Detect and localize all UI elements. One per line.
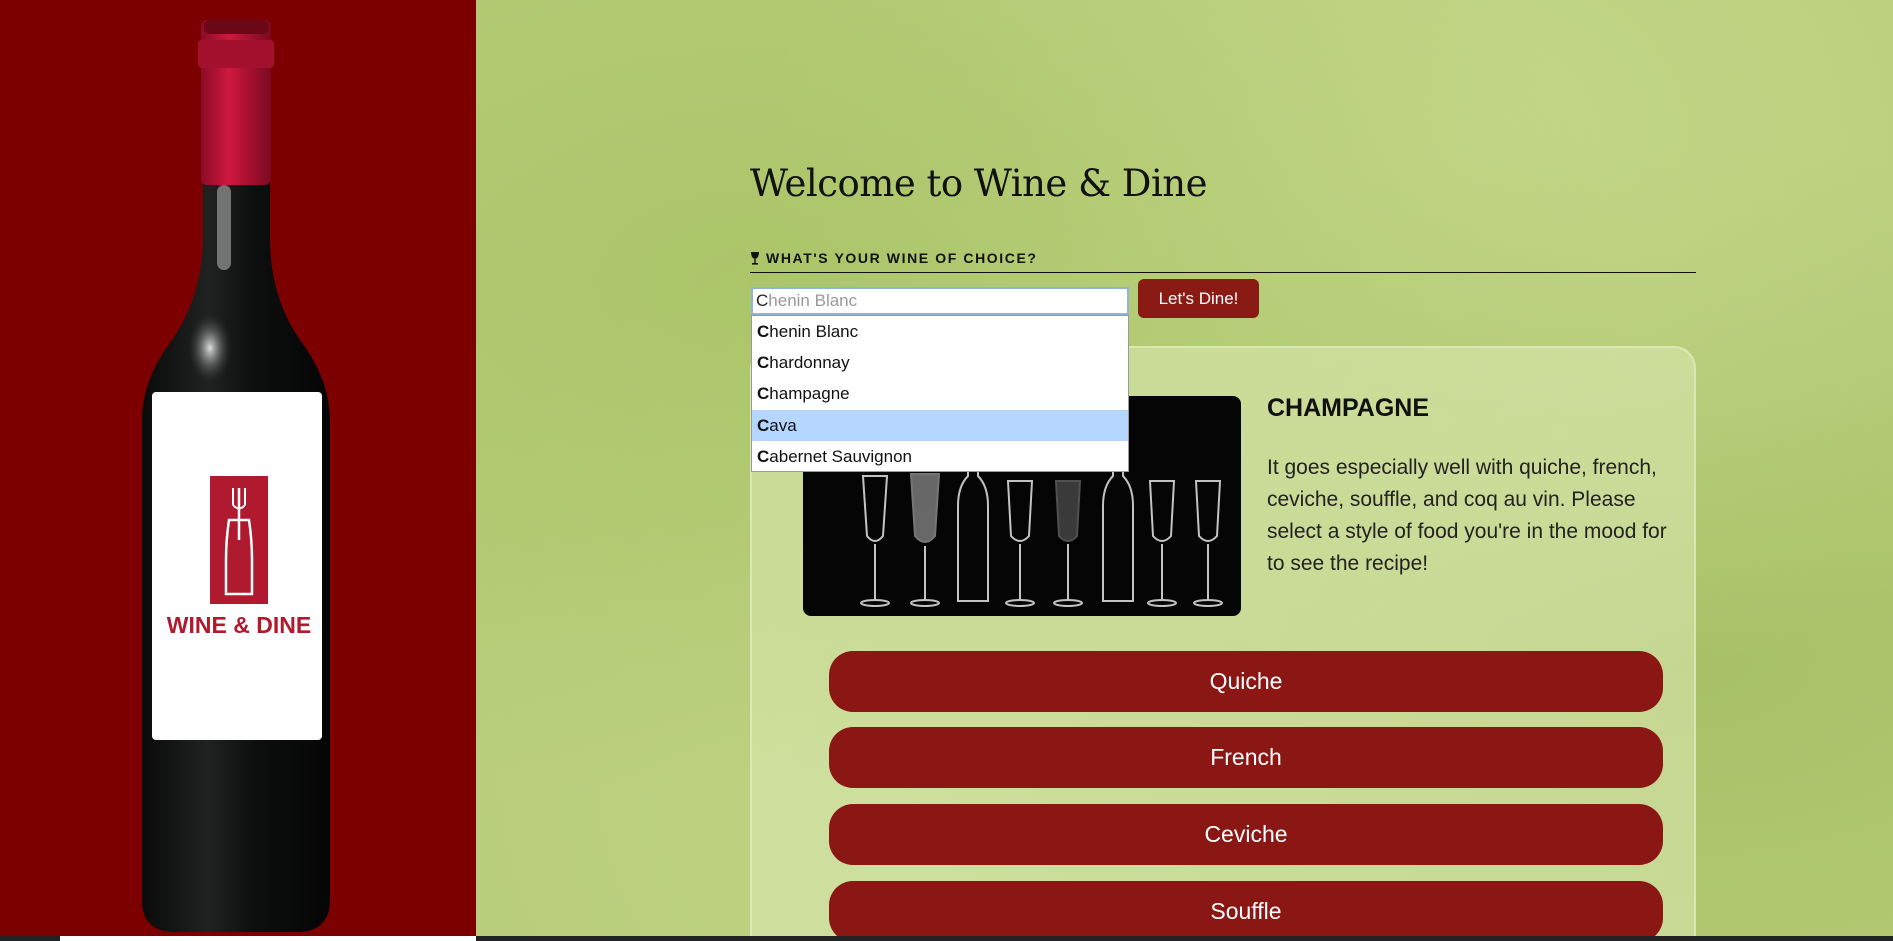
option-rest: hardonnay: [769, 353, 850, 373]
page-title: Welcome to Wine & Dine: [750, 162, 1208, 205]
option-rest: ava: [769, 415, 797, 435]
food-button-quiche[interactable]: Quiche: [829, 651, 1663, 712]
autocomplete-option[interactable]: Chardonnay: [752, 347, 1128, 378]
autocomplete-option-highlighted[interactable]: Cava: [752, 409, 1128, 441]
option-rest: hampagne: [769, 384, 850, 404]
option-rest: abernet Sauvignon: [769, 446, 913, 466]
wine-glass-icon: [751, 251, 759, 265]
wine-bottle-illustration: WINE & DINE: [142, 20, 330, 932]
bottom-edge: [0, 936, 1893, 941]
wine-name: CHAMPAGNE: [1267, 394, 1430, 422]
wine-question-label: WHAT'S YOUR WINE OF CHOICE?: [750, 250, 1038, 266]
divider: [750, 272, 1696, 273]
wine-search-input[interactable]: Chenin Blanc: [751, 287, 1129, 315]
lets-dine-button[interactable]: Let's Dine!: [1138, 279, 1259, 318]
option-match: C: [757, 415, 770, 435]
autocomplete-option[interactable]: Cabernet Sauvignon: [752, 441, 1128, 472]
option-match: C: [757, 384, 770, 404]
autocomplete-option[interactable]: Champagne: [752, 378, 1128, 409]
food-button-ceviche[interactable]: Ceviche: [829, 804, 1663, 865]
autocomplete-option[interactable]: Chenin Blanc: [752, 316, 1128, 347]
food-button-french[interactable]: French: [829, 727, 1663, 788]
brand-logo-text: WINE & DINE: [167, 612, 311, 638]
autocomplete-dropdown: Chenin Blanc Chardonnay Champagne Cava C…: [751, 315, 1129, 472]
option-match: C: [757, 322, 770, 341]
autocomplete-hint: henin Blanc: [768, 291, 858, 310]
question-text: WHAT'S YOUR WINE OF CHOICE?: [766, 250, 1038, 266]
wine-description: It goes especially well with quiche, fre…: [1267, 456, 1667, 575]
option-rest: henin Blanc: [769, 322, 859, 341]
typed-text: C: [756, 291, 769, 310]
option-match: C: [757, 353, 770, 373]
option-match: C: [757, 446, 770, 466]
food-button-souffle[interactable]: Souffle: [829, 881, 1663, 941]
